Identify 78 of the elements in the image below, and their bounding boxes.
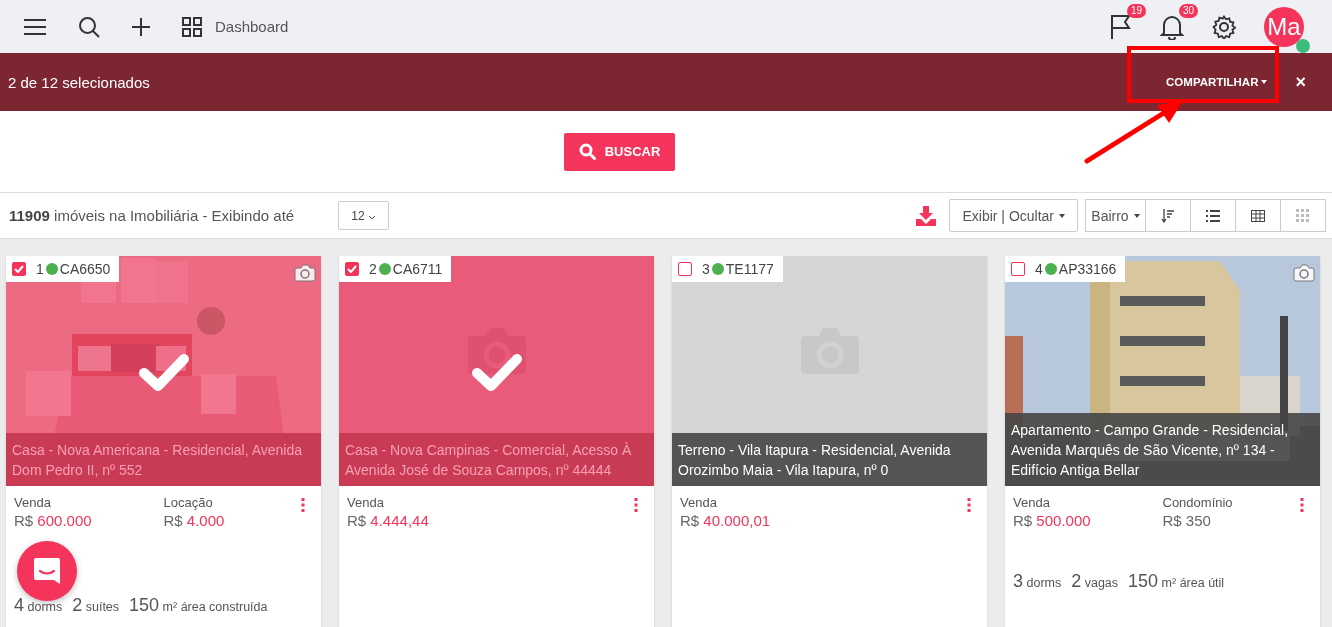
bell-icon[interactable] [1160, 13, 1184, 40]
property-card[interactable]: 3 TE1177 Terreno - Vila Itapura - Residencial, Avenida Orozimbo Maia - Vila Itapura, nº 0 Venda R$ 40.000,01 [672, 256, 987, 627]
feature-text: 4 dorms [14, 595, 63, 616]
user-avatar[interactable]: Ma [1264, 6, 1304, 47]
price-label: Condomínio [1162, 495, 1233, 511]
property-code: CA6711 [392, 261, 443, 277]
property-card[interactable]: 4 AP33166 Apartamento - Campo Grande - Residencial, Avenida Marquês de São Vicente, nº 134 - Edifício Antiga Bellar Venda R$ 500.000 Condomínio R$ 350 3 dorms 2 vagas 150 m² área útil [1005, 256, 1320, 627]
chat-icon[interactable] [32, 556, 62, 586]
page-size-select[interactable]: 12 [338, 201, 390, 230]
price-value: R$ 40.000,01 [680, 511, 771, 531]
price-label: Venda [1013, 495, 1050, 511]
sort-dropdown[interactable]: Bairro [1085, 199, 1146, 232]
card-number: 3 [702, 261, 710, 277]
property-card[interactable]: 1 CA6650 Casa - Nova Americana - Residencial, Avenida Dom Pedro II, nº 552 Venda R$ 600.000 Locação R$ 4.000 4 dorms 2 suítes 150 m² área construída [6, 256, 321, 627]
table-icon[interactable] [1251, 209, 1265, 222]
price-value: R$ 4.444,44 [347, 511, 429, 531]
property-code: TE1177 [725, 261, 774, 277]
search-button[interactable]: BUSCAR [563, 132, 676, 171]
list-view-button[interactable] [1190, 199, 1236, 232]
notification-badge: 30 [1178, 3, 1198, 18]
list-icon[interactable] [1206, 209, 1220, 222]
price-value: R$ 4.000 [163, 511, 225, 531]
feature-text: 2 vagas [1071, 571, 1119, 592]
feature-text: 150 m² área útil [1128, 571, 1225, 592]
sort-icon[interactable] [1161, 208, 1175, 223]
select-checkbox[interactable] [12, 262, 26, 276]
show-hide-dropdown[interactable]: Exibir | Ocultar [949, 199, 1078, 232]
more-options-icon[interactable] [1300, 498, 1304, 512]
property-title[interactable]: Terreno - Vila Itapura - Residencial, Avenida Orozimbo Maia - Vila Itapura, nº 0 [672, 433, 987, 486]
selection-count: 2 de 12 selecionados [8, 73, 150, 91]
more-options-icon[interactable] [301, 498, 305, 512]
card-number: 2 [369, 261, 377, 277]
flag-icon[interactable] [1110, 13, 1132, 40]
chevron-down-icon[interactable] [368, 214, 376, 220]
download-icon[interactable] [915, 204, 938, 227]
camera-placeholder-icon [468, 326, 526, 376]
search-icon[interactable] [78, 15, 100, 38]
notification-badge: 19 [1126, 3, 1146, 18]
property-code: CA6650 [59, 261, 111, 277]
price-label: Venda [14, 495, 51, 511]
results-summary: 11909 imóveis na Imobiliária - Exibindo até [9, 207, 295, 224]
price-label: Venda [680, 495, 717, 511]
price-label: Venda [347, 495, 384, 511]
status-dot [711, 263, 724, 275]
camera-icon[interactable] [294, 264, 316, 282]
menu-icon[interactable] [24, 18, 46, 35]
card-number: 1 [36, 261, 44, 277]
status-dot [45, 263, 58, 275]
status-dot [1044, 263, 1057, 275]
share-dropdown[interactable]: COMPARTILHAR [1166, 76, 1268, 88]
feature-text: 150 m² área construída [129, 595, 268, 616]
feature-text: 3 dorms [1013, 571, 1062, 592]
property-card[interactable]: 2 CA6711 Casa - Nova Campinas - Comercial, Acesso À Avenida José de Souza Campos, nº 44444 Venda R$ 4.444,44 [339, 256, 654, 627]
card-number: 4 [1035, 261, 1043, 277]
feature-text: 2 suítes [72, 595, 120, 616]
table-view-button[interactable] [1235, 199, 1281, 232]
price-value: R$ 600.000 [14, 511, 92, 531]
dot-grid-icon[interactable] [1296, 208, 1310, 223]
dashboard-link[interactable]: Dashboard [215, 18, 289, 35]
property-code: AP33166 [1058, 261, 1117, 277]
camera-icon[interactable] [1293, 264, 1315, 282]
plus-icon[interactable] [132, 17, 150, 36]
price-value: R$ 500.000 [1013, 511, 1091, 531]
select-checkbox[interactable] [345, 262, 359, 276]
status-dot [378, 263, 391, 275]
settings-icon[interactable] [1212, 14, 1236, 39]
close-button[interactable]: × [1295, 71, 1306, 93]
more-options-icon[interactable] [967, 498, 971, 512]
checkmark-icon [471, 353, 523, 393]
grid-icon[interactable] [182, 16, 202, 37]
price-value: R$ 350 [1162, 511, 1211, 531]
checkmark-icon [138, 353, 190, 393]
property-title[interactable]: Apartamento - Campo Grande - Residencial, Avenida Marquês de São Vicente, nº 134 - Edifício Antiga Bellar [1005, 413, 1320, 486]
select-checkbox[interactable] [1011, 262, 1025, 276]
more-options-icon[interactable] [634, 498, 638, 512]
price-label: Locação [163, 495, 213, 511]
sort-order-button[interactable] [1145, 199, 1191, 232]
select-checkbox[interactable] [678, 262, 692, 276]
